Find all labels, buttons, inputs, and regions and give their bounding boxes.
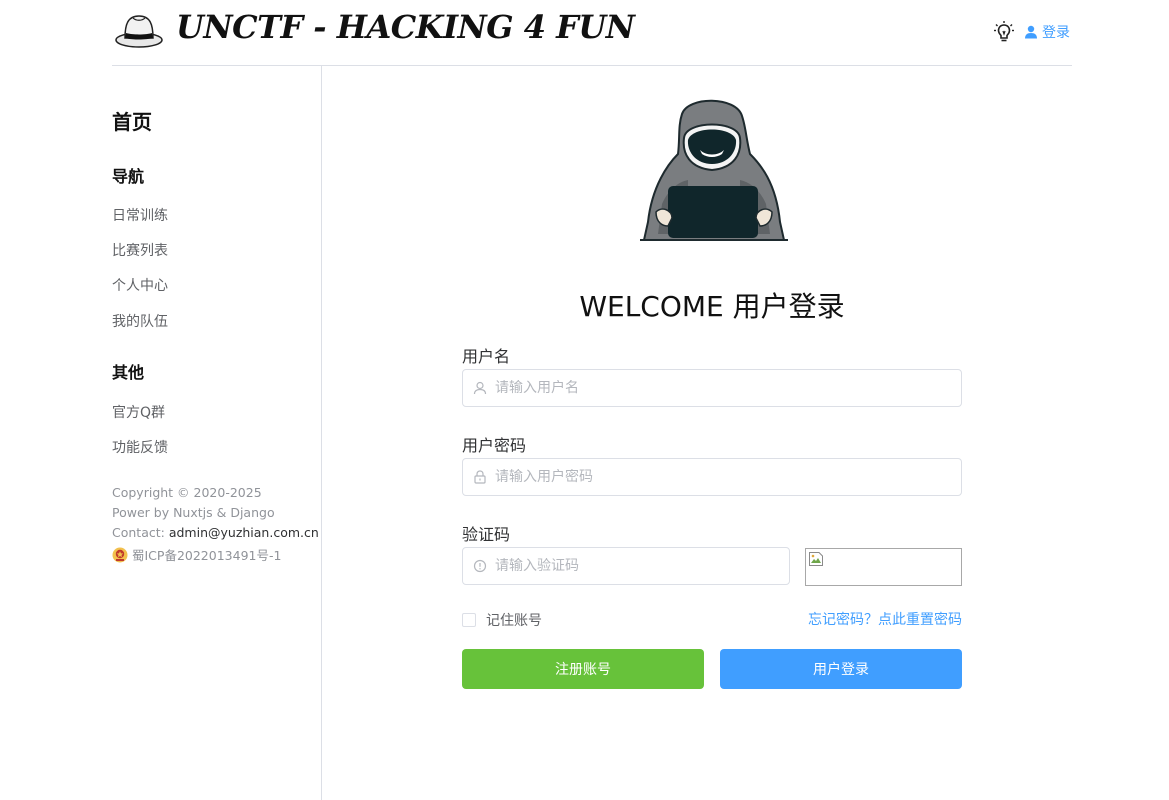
sidebar-item-profile[interactable]: 个人中心 [112, 275, 168, 295]
lock-icon [474, 470, 486, 484]
lightbulb-icon[interactable] [992, 20, 1016, 44]
sidebar: 首页 导航 日常训练 比赛列表 个人中心 我的队伍 其他 官方Q群 功能反馈 C… [0, 66, 322, 800]
username-field[interactable] [462, 369, 962, 407]
sidebar-item-contest-list[interactable]: 比赛列表 [112, 240, 168, 260]
captcha-field[interactable] [462, 547, 790, 585]
welcome-heading: WELCOME 用户登录 [579, 290, 845, 323]
remember-label: 记住账号 [486, 613, 542, 629]
password-input[interactable] [495, 469, 935, 485]
footer-power: Power by Nuxtjs & Django [112, 505, 275, 520]
username-input[interactable] [495, 380, 935, 396]
password-field[interactable] [462, 458, 962, 496]
login-button[interactable]: 用户登录 [720, 649, 962, 689]
sidebar-item-qq-group[interactable]: 官方Q群 [112, 402, 165, 422]
footer-icp-text: 蜀ICP备2022013491号-1 [132, 548, 282, 563]
top-header: UNCTF - HACKING 4 FUN 登录 [112, 0, 1072, 66]
captcha-label: 验证码 [462, 525, 511, 544]
header-login-label: 登录 [1042, 25, 1070, 41]
forgot-password-link[interactable]: 忘记密码？点此重置密码 [808, 609, 962, 629]
sidebar-item-daily-training[interactable]: 日常训练 [112, 205, 168, 225]
broken-image-icon [809, 552, 823, 566]
captcha-image[interactable] [805, 548, 962, 586]
footer-contact-prefix: Contact: [112, 525, 169, 540]
password-label: 用户密码 [462, 436, 527, 455]
footer-contact-email[interactable]: admin@yuzhian.com.cn [169, 525, 319, 540]
footer-copyright: Copyright © 2020-2025 [112, 485, 262, 500]
captcha-input[interactable] [495, 558, 780, 574]
register-button[interactable]: 注册账号 [462, 649, 704, 689]
header-login-link[interactable]: 登录 [1024, 22, 1070, 42]
info-circle-icon [473, 559, 487, 573]
fedora-hat-logo[interactable] [114, 10, 164, 50]
footer-icp[interactable]: 蜀ICP备2022013491号-1 [112, 545, 281, 564]
sidebar-section-other: 其他 [112, 363, 145, 382]
hacker-illustration [640, 99, 788, 241]
sidebar-item-feedback[interactable]: 功能反馈 [112, 437, 168, 457]
user-outline-icon [473, 381, 487, 395]
sidebar-section-nav: 导航 [112, 167, 145, 186]
footer-contact: Contact: admin@yuzhian.com.cn [112, 525, 319, 540]
site-title[interactable]: UNCTF - HACKING 4 FUN [176, 8, 635, 46]
sidebar-home[interactable]: 首页 [112, 106, 152, 135]
police-badge-icon [112, 547, 128, 563]
sidebar-item-my-team[interactable]: 我的队伍 [112, 311, 168, 331]
remember-account[interactable]: 记住账号 [462, 610, 542, 630]
remember-checkbox[interactable] [462, 613, 476, 627]
username-label: 用户名 [462, 347, 511, 366]
user-icon [1025, 25, 1037, 39]
